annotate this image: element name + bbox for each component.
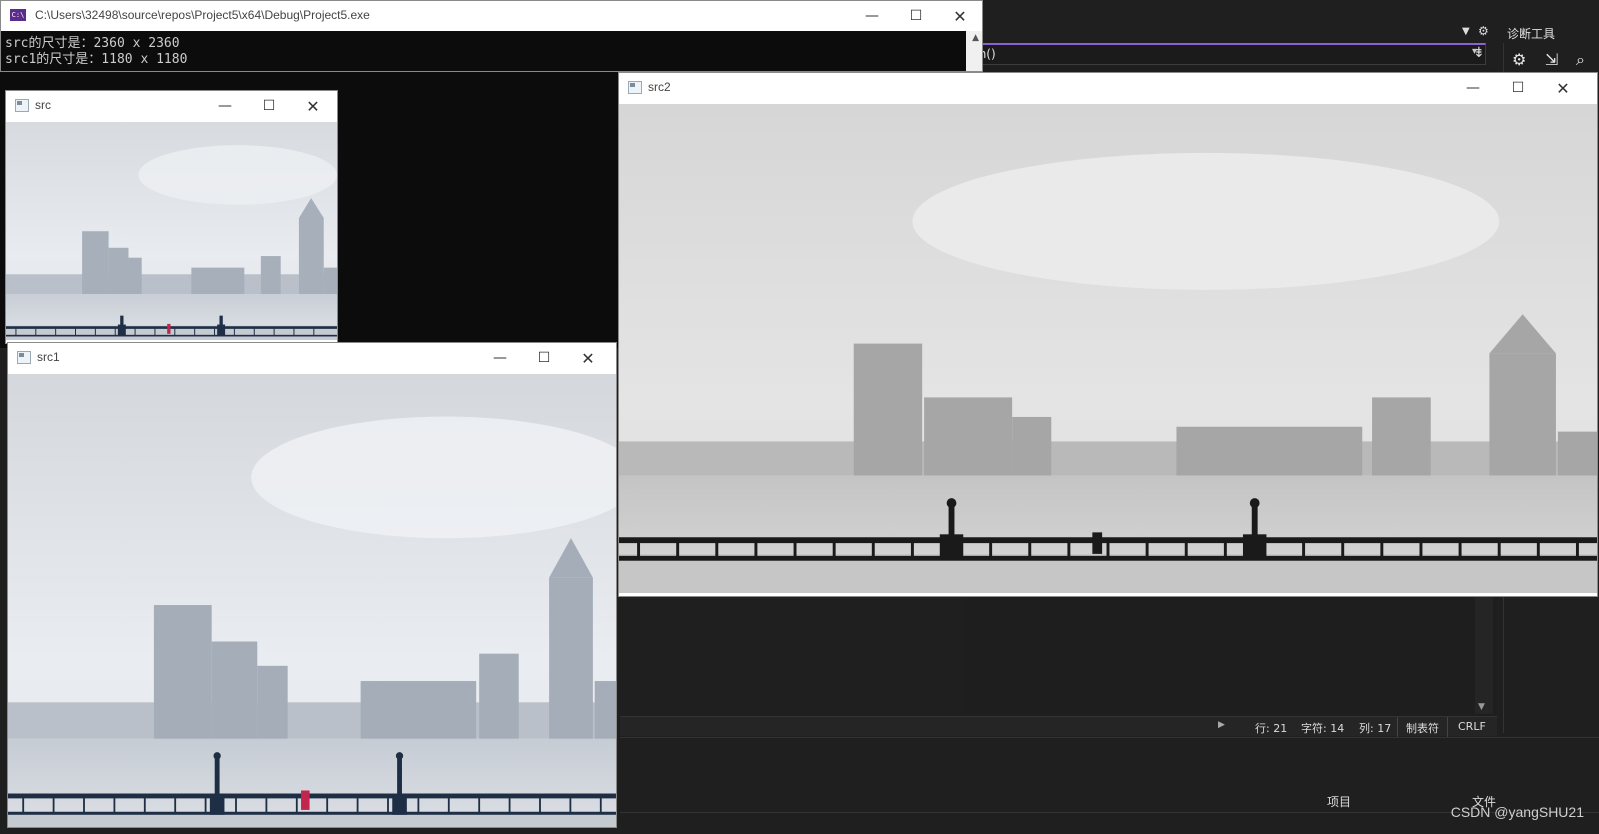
status-divider xyxy=(1447,717,1448,737)
src-title: src xyxy=(35,98,51,112)
src1-image xyxy=(8,374,616,827)
scroll-up-arrow-icon[interactable]: ▲ xyxy=(972,33,979,43)
src-image-window[interactable]: src — ☐ ✕ xyxy=(5,90,338,344)
src1-titlebar[interactable]: src1 — ☐ ✕ xyxy=(8,343,616,373)
close-button[interactable]: ✕ xyxy=(566,343,610,373)
vs-toolbar-strip xyxy=(964,0,1599,42)
src2-title: src2 xyxy=(648,80,671,94)
src2-image-window[interactable]: src2 — ☐ ✕ xyxy=(618,72,1598,597)
zoom-icon[interactable]: ⌕ xyxy=(1576,50,1585,70)
src-image xyxy=(6,122,337,343)
window-app-icon xyxy=(17,351,31,364)
console-title: C:\Users\32498\source\repos\Project5\x64… xyxy=(35,8,370,22)
maximize-button[interactable]: ☐ xyxy=(1496,73,1540,103)
window-app-icon xyxy=(628,81,642,94)
console-window[interactable]: C:\ C:\Users\32498\source\repos\Project5… xyxy=(0,0,983,72)
maximize-button[interactable]: ☐ xyxy=(522,343,566,373)
minimize-button[interactable]: — xyxy=(850,1,894,31)
minimize-button[interactable]: — xyxy=(1451,73,1495,103)
console-output: src的尺寸是：2360 x 2360 src1的尺寸是：1180 x 1180… xyxy=(1,31,982,71)
riverside-skyline-photo-color xyxy=(6,122,337,341)
console-line: src1的尺寸是：1180 x 1180 xyxy=(5,52,188,67)
close-button[interactable]: ✕ xyxy=(1541,73,1585,103)
tabs-indicator[interactable]: 制表符 xyxy=(1406,720,1439,736)
function-navigation-dropdown[interactable]: ain() ▾ xyxy=(964,43,1486,65)
export-icon[interactable]: ⇲ xyxy=(1545,50,1558,69)
console-titlebar[interactable]: C:\ C:\Users\32498\source\repos\Project5… xyxy=(1,1,982,31)
scroll-down-arrow-icon[interactable]: ▼ xyxy=(1478,702,1485,712)
src1-image-window[interactable]: src1 — ☐ ✕ xyxy=(7,342,617,828)
project-column-header[interactable]: 项目 xyxy=(1327,793,1351,810)
editor-status-bar: ▶ 行: 21 字符: 14 列: 17 制表符 CRLF xyxy=(620,716,1497,737)
csdn-watermark: CSDN @yangSHU21 xyxy=(1450,804,1584,820)
minimize-button[interactable]: — xyxy=(478,343,522,373)
dropdown-arrow-icon[interactable]: ▼ xyxy=(1462,26,1470,37)
riverside-skyline-photo-grayscale xyxy=(619,104,1597,593)
src1-title: src1 xyxy=(37,350,60,364)
char-indicator[interactable]: 字符: 14 xyxy=(1301,720,1344,736)
maximize-button[interactable]: ☐ xyxy=(894,1,938,31)
diagnostic-tools-title: 诊断工具 xyxy=(1507,27,1556,41)
gear-icon[interactable]: ⚙ xyxy=(1478,24,1489,38)
close-button[interactable]: ✕ xyxy=(291,91,335,121)
minimize-button[interactable]: — xyxy=(203,91,247,121)
console-scrollbar[interactable]: ▲ xyxy=(966,31,982,71)
src2-titlebar[interactable]: src2 — ☐ ✕ xyxy=(619,73,1597,103)
settings-gear-icon[interactable]: ⚙ xyxy=(1512,50,1526,69)
close-button[interactable]: ✕ xyxy=(938,1,982,31)
riverside-skyline-photo-color xyxy=(8,374,616,827)
column-indicator[interactable]: 列: 17 xyxy=(1359,720,1391,736)
split-editor-icon[interactable]: ⇟ xyxy=(1473,45,1485,61)
window-app-icon xyxy=(15,99,29,112)
line-ending-indicator[interactable]: CRLF xyxy=(1458,720,1486,733)
src2-image xyxy=(619,104,1597,596)
src-titlebar[interactable]: src — ☐ ✕ xyxy=(6,91,337,121)
line-indicator[interactable]: 行: 21 xyxy=(1255,720,1287,736)
status-divider xyxy=(1397,717,1398,737)
console-app-icon: C:\ xyxy=(10,9,26,21)
maximize-button[interactable]: ☐ xyxy=(247,91,291,121)
editor-vertical-scrollbar[interactable]: ▼ xyxy=(1475,596,1493,714)
scroll-right-arrow-icon[interactable]: ▶ xyxy=(1218,720,1225,730)
